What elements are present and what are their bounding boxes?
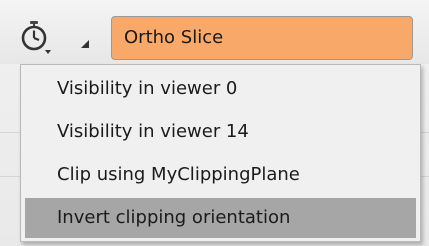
node-name-field[interactable]: Ortho Slice [111,16,413,60]
module-header-row: Ortho Slice [0,0,429,64]
menu-item-visibility-viewer-14[interactable]: Visibility in viewer 14 [25,112,416,152]
menu-item-invert-clipping[interactable]: Invert clipping orientation [25,198,416,238]
menu-item-clip-using-plane[interactable]: Clip using MyClippingPlane [25,155,416,195]
stopwatch-icon[interactable] [18,20,54,56]
menu-item-visibility-viewer-0[interactable]: Visibility in viewer 0 [25,69,416,109]
collapse-triangle-icon[interactable] [80,34,90,48]
properties-panel: Ortho Slice Visibility in viewer 0 Visib… [0,0,429,246]
context-menu: Visibility in viewer 0 Visibility in vie… [20,64,421,242]
